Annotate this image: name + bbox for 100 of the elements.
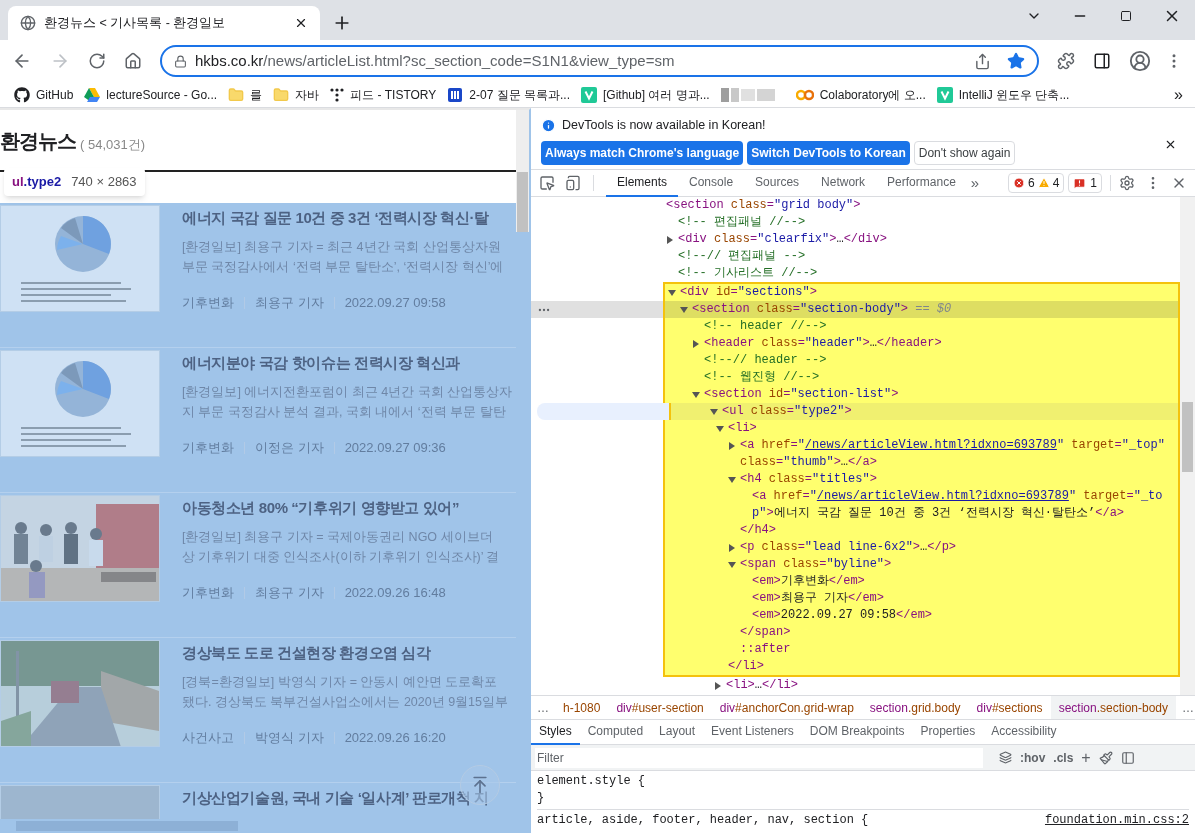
byline-text: 최용구 기자 [255, 584, 324, 602]
devtools-tab[interactable]: Console [678, 169, 745, 197]
article-count: ( 54,031건) [80, 135, 146, 154]
devtools-tab[interactable]: Performance [876, 169, 967, 197]
triangle-icon[interactable] [680, 305, 688, 314]
device-toolbar-icon[interactable] [565, 175, 581, 191]
breadcrumb[interactable]: div#user-section [608, 696, 712, 719]
close-icon[interactable] [1164, 138, 1177, 151]
bookmark[interactable]: GitHub [14, 85, 74, 104]
cls-button[interactable]: .cls [1053, 748, 1074, 767]
horizontal-scrollbar[interactable] [0, 819, 529, 833]
section-heading: 환경뉴스 [0, 129, 76, 154]
triangle-icon[interactable] [714, 681, 722, 690]
byline-text: 2022.09.26 16:20 [344, 729, 446, 747]
vertical-scrollbar[interactable] [1180, 197, 1195, 695]
bookmark[interactable]: IntelliJ 윈도우 단축... [936, 85, 1070, 104]
notice-button[interactable]: Switch DevTools to Korean [747, 140, 910, 165]
dom-tree-line[interactable]: <div class="clearfix">…</div> [531, 231, 1180, 248]
article-lead: 부문 국정감사에서 ‘전력 부문 탈탄소’, ‘전력시장 혁신’에 [182, 259, 504, 276]
styles-tab[interactable]: Accessibility [983, 719, 1065, 745]
notice-button[interactable]: Always match Chrome's language [541, 140, 744, 165]
triangle-icon[interactable] [692, 390, 700, 399]
home-icon[interactable] [124, 52, 142, 70]
styles-tab[interactable]: Event Listeners [703, 719, 802, 745]
rule-source-link[interactable]: foundation.min.css:2 [1044, 812, 1189, 829]
devtools-tab[interactable]: Network [810, 169, 877, 197]
breadcrumb-more[interactable]: … [1176, 698, 1195, 717]
tooltip-selector: ul.type2 [12, 173, 62, 192]
browser-tab[interactable]: 환경뉴스 < 기사목록 - 환경일보 [8, 6, 320, 40]
triangle-icon[interactable] [692, 339, 700, 348]
maximize-icon[interactable] [1120, 10, 1132, 22]
article-lead: 상 기후위기 대중 인식조사(이하 기후위기 인식조사)’ 결 [182, 549, 500, 566]
reload-icon[interactable] [88, 52, 106, 70]
bookmark[interactable]: 2-07 질문 목록과... [447, 85, 570, 104]
star-icon[interactable] [1007, 52, 1025, 70]
styles-tab[interactable]: DOM Breakpoints [801, 719, 913, 745]
breadcrumb[interactable]: section.grid.body [861, 696, 969, 719]
folder-icon [228, 86, 245, 103]
bookmark[interactable]: lectureSource - Go... [84, 85, 218, 104]
bookmark[interactable]: [Github] 여러 명과... [581, 85, 710, 104]
breadcrumb-more[interactable]: … [531, 698, 555, 717]
address-bar[interactable]: hkbs.co.kr/news/articleList.html?sc_section_code=S1N1&view_type=sm [160, 45, 1039, 77]
layers-icon[interactable] [999, 751, 1012, 764]
triangle-icon[interactable] [666, 235, 674, 244]
devtools-tab[interactable]: Elements [606, 169, 679, 197]
rule-selector: element.style { [537, 773, 647, 790]
dom-tree-line[interactable]: <!--// 편집패널 --> [531, 248, 1180, 265]
new-rule-button[interactable]: + [1081, 745, 1091, 770]
triangle-icon[interactable] [728, 560, 736, 569]
triangle-icon[interactable] [728, 543, 736, 552]
triangle-icon[interactable] [728, 475, 736, 484]
article-lead: [환경일보] 최용구 기자 = 최근 4년간 국회 산업통상자원 [182, 239, 502, 256]
rule-brace: } [537, 790, 546, 807]
github-icon [14, 86, 30, 103]
triangle-icon[interactable] [710, 407, 718, 416]
breadcrumb[interactable]: section.section-body [1050, 696, 1177, 719]
close-icon[interactable] [294, 16, 308, 30]
extensions-icon[interactable] [1057, 52, 1075, 70]
issues-button[interactable]: 1 [1068, 173, 1102, 193]
triangle-icon[interactable] [668, 288, 676, 297]
notice-message: DevTools is now available in Korean! [562, 117, 766, 134]
hov-button[interactable]: :hov [1020, 748, 1046, 767]
side-panel-icon[interactable] [1093, 52, 1111, 70]
dom-tree-line[interactable]: <!-- 기사리스트 //--> [531, 265, 1180, 282]
settings-icon[interactable] [1119, 175, 1135, 191]
more-tabs-button[interactable]: » [970, 171, 980, 195]
globe-icon [20, 15, 36, 31]
styles-tab[interactable]: Properties [912, 719, 984, 745]
article-lead: [환경일보] 에너지전환포럼이 최근 4년간 국회 산업통상자 [182, 384, 513, 401]
paintbrush-icon[interactable] [1098, 750, 1113, 765]
bookmark[interactable]: 피드 - TISTORY [330, 85, 437, 104]
inspect-icon[interactable] [539, 175, 555, 191]
more-bookmarks-button[interactable]: » [1174, 82, 1183, 107]
styles-tab[interactable]: Computed [579, 719, 652, 745]
console-counts-button[interactable]: 6 4 [1007, 173, 1065, 193]
breadcrumb[interactable]: div#sections [968, 696, 1051, 719]
byline-text: 기후변화 [182, 439, 234, 457]
url-text: hkbs.co.kr/news/articleList.html?sc_section_code=S1N1&view_type=sm [195, 50, 675, 71]
styles-tab[interactable]: Layout [651, 719, 704, 745]
byline-text: 2022.09.26 16:48 [344, 584, 446, 602]
dom-tree-line[interactable]: <li>…</li> [531, 677, 1180, 694]
bookmark[interactable]: 자바 [273, 85, 320, 104]
triangle-icon[interactable] [716, 424, 724, 433]
bookmark[interactable]: Colaboratory에 오... [795, 85, 926, 104]
filter-field[interactable]: Filter [535, 747, 983, 768]
triangle-icon[interactable] [728, 441, 736, 450]
byline-text: 기후변화 [182, 294, 234, 312]
share-icon[interactable] [974, 52, 991, 70]
notice-button[interactable]: Don't show again [913, 140, 1016, 165]
breadcrumb[interactable]: h-1080 [555, 696, 609, 719]
sidebar-toggle-icon[interactable] [1120, 750, 1135, 765]
byline-text: 이정은 기자 [255, 439, 324, 457]
dom-tree-line[interactable]: <section class="grid body"> [531, 197, 1180, 214]
bars-icon [447, 86, 464, 103]
dom-tree-line[interactable]: <!-- 편집패널 //--> [531, 214, 1180, 231]
breadcrumb[interactable]: div#anchorCon.grid-wrap [711, 696, 862, 719]
devtools-tab[interactable]: Sources [744, 169, 811, 197]
bookmark[interactable]: 를 [228, 85, 263, 104]
profile-icon[interactable] [1129, 50, 1151, 72]
byline-text: 최용구 기자 [255, 294, 324, 312]
